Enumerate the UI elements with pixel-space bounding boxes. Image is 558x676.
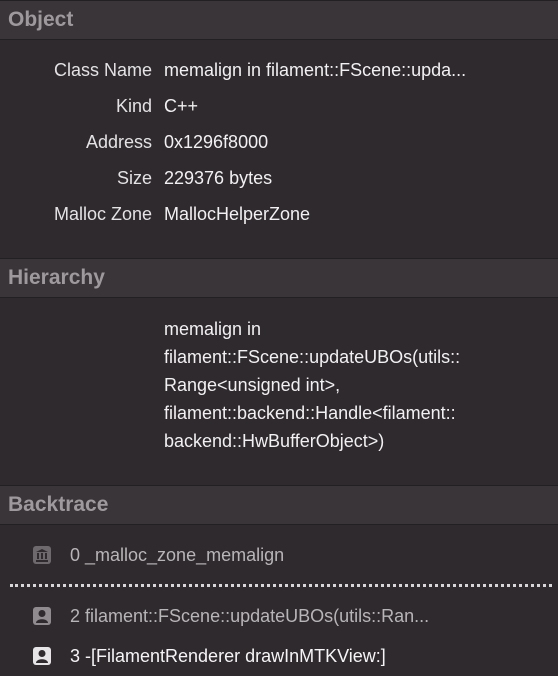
collapsed-frames-separator[interactable] — [10, 584, 552, 587]
class-name-row: Class Name memalign in filament::FScene:… — [0, 56, 558, 86]
size-key: Size — [116, 168, 152, 188]
backtrace-frame-2[interactable]: 2 filament::FScene::updateUBOs(utils::Ra… — [0, 600, 558, 634]
kind-row: Kind C++ — [0, 92, 558, 122]
malloc-zone-row: Malloc Zone MallocHelperZone — [0, 200, 558, 230]
backtrace-section-title: Backtrace — [8, 493, 109, 516]
backtrace-frame-label: 0 _malloc_zone_memalign — [70, 545, 285, 565]
class-name-value[interactable]: memalign in filament::FScene::upda... — [164, 60, 554, 81]
hierarchy-line: filament::FScene::updateUBOs(utils:: — [164, 347, 461, 367]
address-key: Address — [85, 132, 152, 152]
object-section-title: Object — [8, 8, 74, 31]
address-value[interactable]: 0x1296f8000 — [164, 132, 554, 153]
library-icon — [32, 545, 52, 565]
hierarchy-line: memalign in — [164, 319, 262, 339]
kind-value[interactable]: C++ — [164, 96, 554, 117]
user-icon — [32, 646, 52, 666]
object-inspector-panel: Object Class Name memalign in filament::… — [0, 0, 558, 676]
hierarchy-section-header[interactable]: Hierarchy — [0, 258, 558, 298]
user-icon — [32, 606, 52, 626]
size-row: Size 229376 bytes — [0, 164, 558, 194]
kind-key: Kind — [115, 96, 152, 116]
hierarchy-section-title: Hierarchy — [8, 266, 105, 289]
backtrace-frame-0[interactable]: 0 _malloc_zone_memalign — [0, 539, 558, 573]
backtrace-frame-label: 2 filament::FScene::updateUBOs(utils::Ra… — [70, 606, 430, 626]
hierarchy-line: Range<unsigned int>, — [164, 375, 341, 395]
backtrace-section-header[interactable]: Backtrace — [0, 485, 558, 525]
address-row: Address 0x1296f8000 — [0, 128, 558, 158]
malloc-zone-key: Malloc Zone — [53, 204, 152, 224]
backtrace-frame-label: 3 -[FilamentRenderer drawInMTKView:] — [70, 646, 386, 666]
size-value[interactable]: 229376 bytes — [164, 168, 554, 189]
class-name-key: Class Name — [53, 60, 152, 80]
hierarchy-line: backend::HwBufferObject>) — [164, 431, 385, 451]
hierarchy-line: filament::backend::Handle<filament:: — [164, 403, 456, 423]
hierarchy-text[interactable]: memalign in filament::FScene::updateUBOs… — [164, 315, 554, 455]
malloc-zone-value[interactable]: MallocHelperZone — [164, 204, 554, 225]
object-section-header[interactable]: Object — [0, 0, 558, 40]
backtrace-frame-3[interactable]: 3 -[FilamentRenderer drawInMTKView:] — [0, 640, 558, 674]
